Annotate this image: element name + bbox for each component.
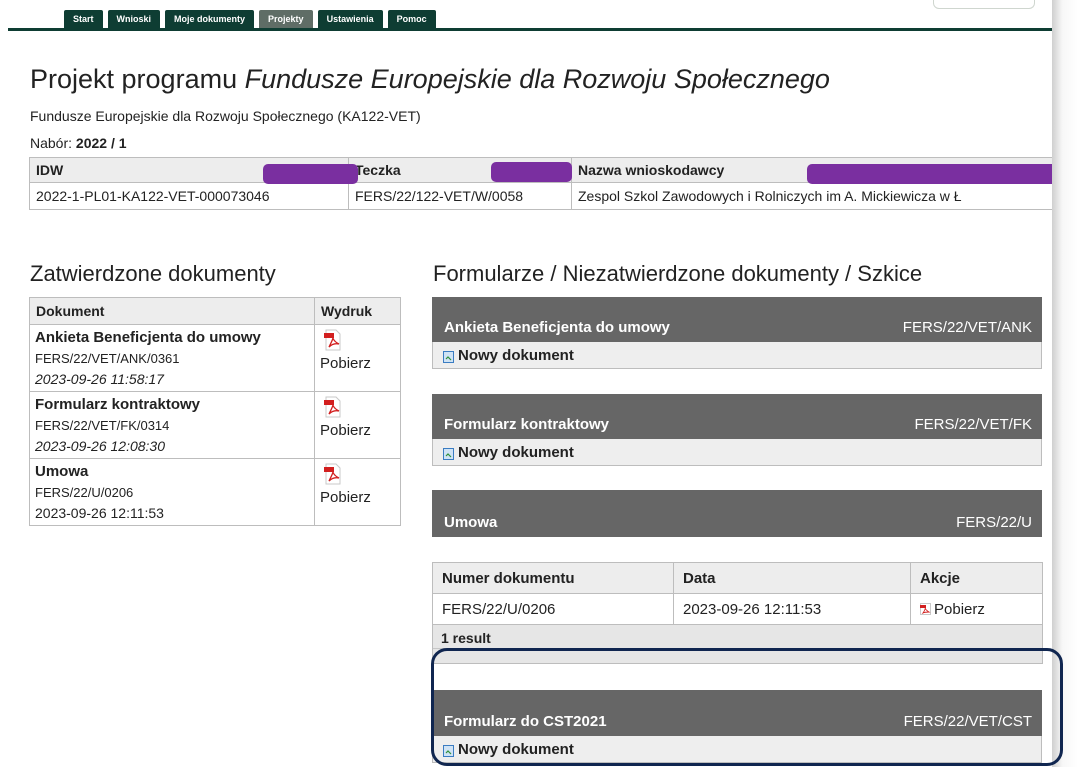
approved-row: Ankieta Beneficjenta do umowy FERS/22/VE…	[29, 324, 401, 392]
nabor-line: Nabór: 2022 / 1	[30, 135, 127, 151]
new-document-icon	[443, 447, 454, 460]
table-row: FERS/22/U/0206 2023-09-26 12:11:53 Pobie…	[432, 593, 1043, 625]
approved-doc-cell: Umowa FERS/22/U/0206 2023-09-26 12:11:53	[29, 458, 315, 526]
redaction-mark	[491, 162, 572, 182]
tab-ustawienia[interactable]: Ustawienia	[317, 10, 383, 28]
redaction-mark	[807, 164, 1052, 184]
pdf-icon[interactable]	[323, 329, 343, 351]
divider	[433, 648, 1042, 649]
form-header: Formularz do CST2021 FERS/22/VET/CST	[432, 690, 1042, 736]
tab-start[interactable]: Start	[64, 10, 103, 28]
actions-header: Akcje	[910, 562, 1043, 594]
new-document-button[interactable]: Nowy dokument	[432, 342, 1042, 369]
form-block-cst2021: Formularz do CST2021 FERS/22/VET/CST Now…	[432, 690, 1042, 763]
form-block-ankieta: Ankieta Beneficjenta do umowy FERS/22/VE…	[432, 297, 1042, 369]
approved-doc-number: FERS/22/VET/FK/0314	[35, 418, 170, 433]
page-title-program: Fundusze Europejskie dla Rozwoju Społecz…	[244, 64, 830, 94]
page-title: Projekt programu Fundusze Europejskie dl…	[30, 64, 830, 95]
new-document-button[interactable]: Nowy dokument	[432, 736, 1042, 763]
page: Start Wnioski Moje dokumenty Projekty Us…	[0, 0, 1052, 767]
program-subtitle: Fundusze Europejskie dla Rozwoju Społecz…	[30, 108, 421, 124]
dokument-header: Dokument	[29, 297, 315, 325]
nav-tabs: Start Wnioski Moje dokumenty Projekty Us…	[64, 10, 436, 28]
page-edge-shadow	[1052, 0, 1078, 767]
form-name: Umowa	[444, 514, 498, 531]
approved-row: Umowa FERS/22/U/0206 2023-09-26 12:11:53…	[29, 458, 401, 526]
approved-doc-number: FERS/22/U/0206	[35, 485, 134, 500]
new-document-label: Nowy dokument	[458, 346, 574, 364]
download-link[interactable]: Pobierz	[320, 489, 395, 506]
form-code: FERS/22/VET/FK	[914, 416, 1032, 433]
approved-doc-date: 2023-09-26 12:08:30	[35, 438, 165, 454]
applicant-name-value: Zespol Szkol Zawodowych i Rolniczych im …	[571, 182, 1052, 210]
tab-pomoc[interactable]: Pomoc	[387, 10, 436, 28]
download-link[interactable]: Pobierz	[320, 422, 395, 439]
download-link[interactable]: Pobierz	[934, 601, 985, 618]
form-name: Formularz kontraktowy	[444, 416, 610, 433]
redaction-mark	[263, 164, 358, 184]
date-header: Data	[673, 562, 911, 594]
main-navigation: Start Wnioski Moje dokumenty Projekty Us…	[0, 0, 1052, 32]
approved-print-cell: Pobierz	[314, 324, 401, 392]
document-number-value: FERS/22/U/0206	[432, 593, 674, 625]
umowa-documents-table: Numer dokumentu Data Akcje FERS/22/U/020…	[432, 562, 1043, 625]
wydruk-header: Wydruk	[314, 297, 401, 325]
forms-heading: Formularze / Niezatwierdzone dokumenty /…	[433, 261, 923, 286]
pdf-icon[interactable]	[323, 396, 343, 418]
approved-doc-cell: Ankieta Beneficjenta do umowy FERS/22/VE…	[29, 324, 315, 392]
new-document-icon	[443, 350, 454, 363]
approved-print-cell: Pobierz	[314, 391, 401, 459]
tab-projekty[interactable]: Projekty	[259, 10, 313, 28]
approved-doc-name: Ankieta Beneficjenta do umowy	[35, 329, 261, 346]
approved-doc-name: Umowa	[35, 463, 89, 480]
form-name: Formularz do CST2021	[444, 713, 607, 730]
form-code: FERS/22/U	[956, 514, 1032, 531]
nav-underline	[8, 28, 1052, 31]
new-document-label: Nowy dokument	[458, 740, 574, 758]
page-title-prefix: Projekt programu	[30, 64, 245, 94]
document-number-header: Numer dokumentu	[432, 562, 674, 594]
form-block-formularz-kontraktowy: Formularz kontraktowy FERS/22/VET/FK Now…	[432, 394, 1042, 466]
new-document-button[interactable]: Nowy dokument	[432, 439, 1042, 466]
umowa-header-row: Numer dokumentu Data Akcje	[432, 562, 1043, 594]
form-header: Umowa FERS/22/U	[432, 490, 1042, 537]
pdf-icon[interactable]	[323, 463, 343, 485]
tab-wnioski[interactable]: Wnioski	[107, 10, 161, 28]
approved-doc-number: FERS/22/VET/ANK/0361	[35, 351, 180, 366]
actions-cell: Pobierz	[910, 593, 1043, 625]
pdf-icon	[920, 602, 931, 615]
form-block-umowa: Umowa FERS/22/U	[432, 490, 1042, 537]
approved-doc-date: 2023-09-26 11:58:17	[35, 371, 164, 387]
approved-doc-cell: Formularz kontraktowy FERS/22/VET/FK/031…	[29, 391, 315, 459]
form-code: FERS/22/VET/ANK	[902, 319, 1032, 336]
approved-header-row: Dokument Wydruk	[29, 297, 401, 325]
document-date-value: 2023-09-26 12:11:53	[673, 593, 911, 625]
approved-doc-date: 2023-09-26 12:11:53	[35, 505, 164, 521]
idw-value: 2022-1-PL01-KA122-VET-000073046	[29, 182, 349, 210]
form-name: Ankieta Beneficjenta do umowy	[444, 319, 670, 336]
form-header: Ankieta Beneficjenta do umowy FERS/22/VE…	[432, 297, 1042, 342]
new-document-icon	[443, 744, 454, 757]
approved-print-cell: Pobierz	[314, 458, 401, 526]
nabor-label: Nabór:	[30, 135, 76, 151]
download-link[interactable]: Pobierz	[320, 355, 395, 372]
result-count-row: 1 result	[432, 624, 1043, 664]
form-code: FERS/22/VET/CST	[903, 713, 1032, 730]
form-header: Formularz kontraktowy FERS/22/VET/FK	[432, 394, 1042, 439]
approved-documents-heading: Zatwierdzone dokumenty	[30, 261, 276, 286]
approved-documents-table: Dokument Wydruk Ankieta Beneficjenta do …	[29, 297, 401, 526]
project-info-row: 2022-1-PL01-KA122-VET-000073046 FERS/22/…	[29, 182, 1052, 210]
approved-doc-name: Formularz kontraktowy	[35, 396, 201, 413]
approved-row: Formularz kontraktowy FERS/22/VET/FK/031…	[29, 391, 401, 459]
teczka-value: FERS/22/122-VET/W/0058	[348, 182, 572, 210]
new-document-label: Nowy dokument	[458, 443, 574, 461]
nabor-value: 2022 / 1	[75, 135, 127, 151]
tab-moje-dokumenty[interactable]: Moje dokumenty	[165, 10, 255, 28]
result-count: 1 result	[441, 630, 491, 646]
